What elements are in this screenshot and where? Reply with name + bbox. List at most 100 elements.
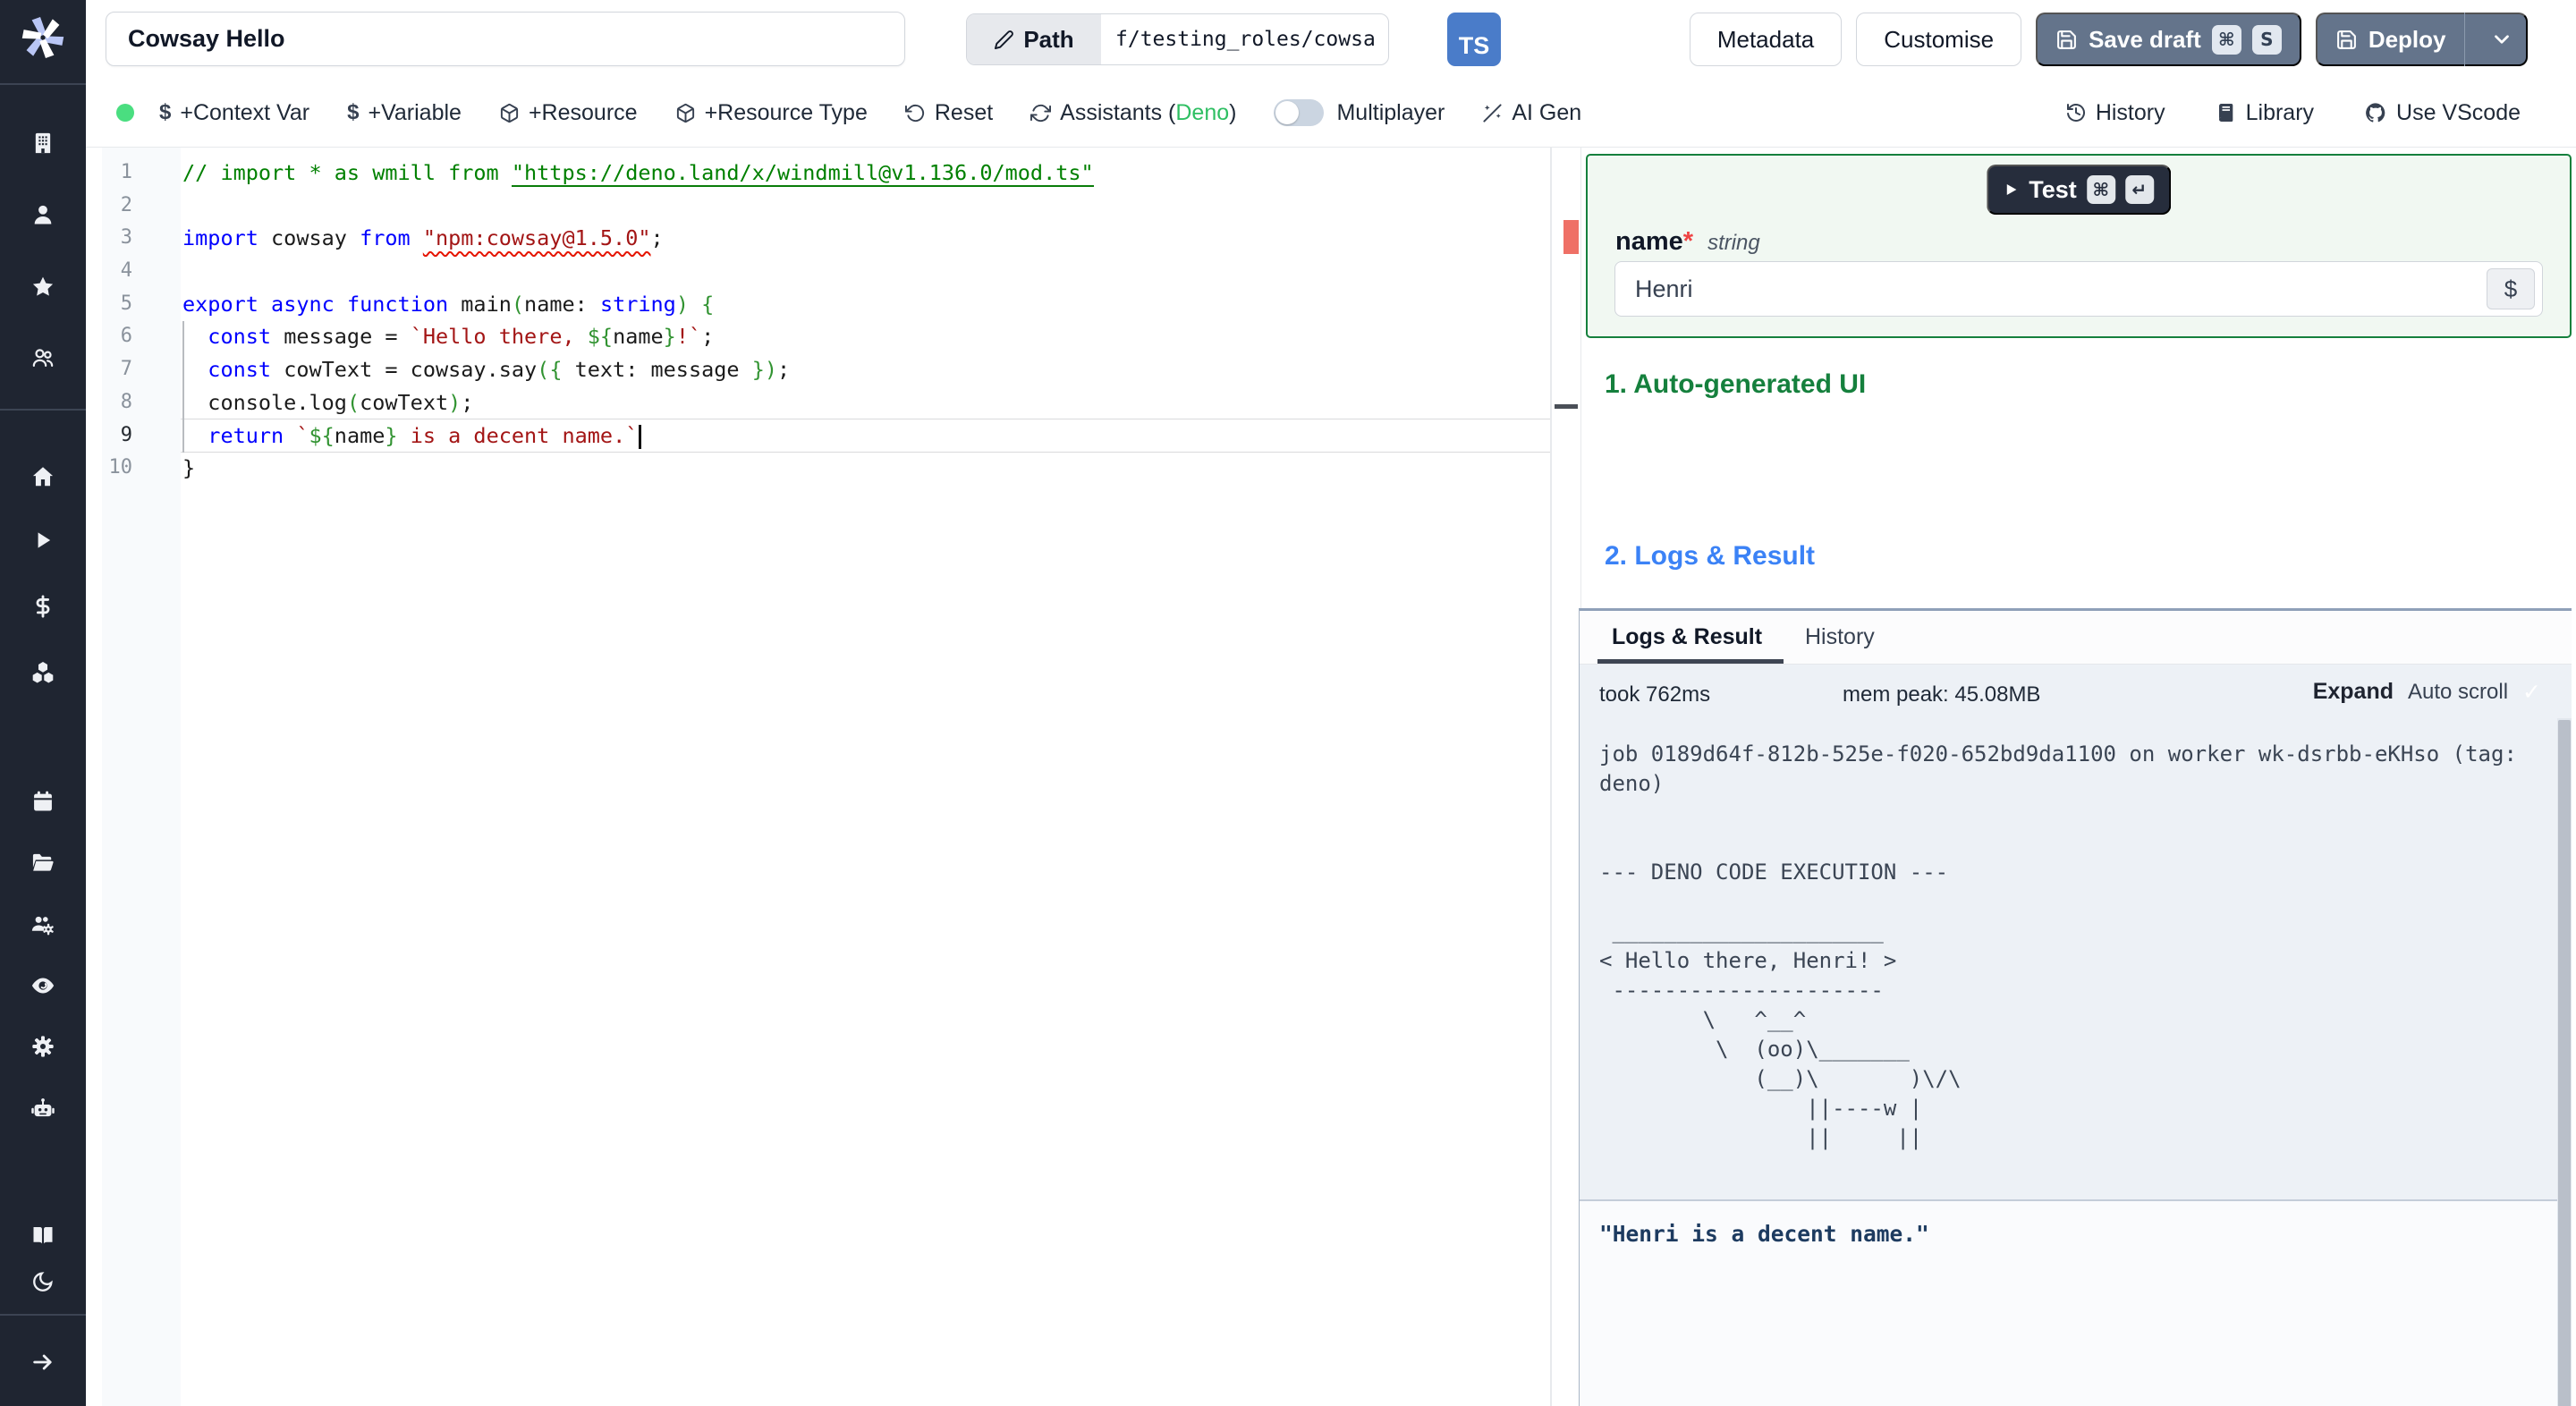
use-vscode-button[interactable]: Use VScode [2364,100,2521,126]
sidebar-item-play[interactable] [0,529,86,552]
gear-icon [30,1034,55,1059]
expand-button[interactable]: Expand [2313,679,2394,705]
logs-panel: Logs & Result History took 762ms mem pea… [1579,608,2572,1406]
save-icon [2335,29,2358,51]
multiplayer-label: Multiplayer [1336,99,1445,125]
toggle-knob [1275,101,1300,124]
code-line-5[interactable]: 5 export async function main(name: string… [86,288,1535,321]
code-line-8[interactable]: 8 console.log(cowText); [86,386,1535,419]
add-variable-button[interactable]: $ +Variable [347,100,462,126]
reset-button[interactable]: Reset [904,100,993,126]
check-icon[interactable]: ✓ [2522,679,2541,705]
path-label: Path [1023,25,1074,53]
status-dot [116,104,134,122]
cursor-marker [1555,404,1578,409]
error-marker [1563,220,1579,254]
windmill-logo[interactable] [0,14,86,61]
dollar-icon [30,594,55,619]
code-line-4[interactable]: 4 [86,255,1535,288]
sidebar-item-star[interactable] [0,275,86,300]
arrow-right-icon [30,1350,55,1375]
sidebar-item-dollar[interactable] [0,594,86,619]
code-line-6[interactable]: 6 const message = `Hello there, ${name}!… [86,320,1535,353]
arg-name-input[interactable]: Henri $ [1614,261,2543,317]
add-variable-label: +Variable [368,99,462,125]
deploy-dropdown-button[interactable] [2478,13,2526,66]
building-icon [30,131,55,156]
users-icon [30,345,55,370]
job-result-value: "Henri is a decent name." [1599,1221,1929,1247]
arg-name-label: name* [1615,227,1694,256]
customise-button[interactable]: Customise [1856,13,2022,66]
logs-tabs: Logs & Result History [1580,611,2572,665]
assistants-button[interactable]: Assistants (Deno) [1030,100,1236,126]
star-icon [30,275,55,300]
active-tab-underline [1597,659,1784,664]
sidebar-item-cubes[interactable] [0,659,86,684]
line-content: import cowsay from "npm:cowsay@1.5.0"; [182,225,664,251]
sidebar-item-moon[interactable] [0,1269,86,1294]
sidebar-item-users[interactable] [0,345,86,370]
library-button[interactable]: Library [2216,100,2314,126]
sidebar-item-eye[interactable] [0,972,86,999]
test-button[interactable]: Test ⌘ ↵ [1987,165,2171,215]
edit-path-button[interactable]: Path [967,14,1101,64]
scrollbar-thumb[interactable] [2558,720,2571,1406]
add-resource-label: +Resource [528,99,638,125]
add-resource-button[interactable]: +Resource [499,100,638,126]
sidebar-item-home[interactable] [0,464,86,489]
play-icon [2004,181,2019,199]
refresh-icon [1030,103,1052,123]
dollar-icon: $ [159,100,172,124]
line-number: 2 [120,193,132,216]
code-line-3[interactable]: 3 import cowsay from "npm:cowsay@1.5.0"; [86,222,1535,255]
sidebar-item-gear[interactable] [0,1034,86,1059]
job-mem-peak: mem peak: 45.08MB [1843,682,2041,707]
ai-gen-button[interactable]: AI Gen [1482,100,1581,126]
line-content [132,190,182,223]
multiplayer-toggle[interactable] [1274,99,1325,126]
insert-var-button[interactable]: $ [2487,268,2535,309]
sidebar-divider [0,83,86,85]
history-button[interactable]: History [2065,100,2165,126]
sidebar-item-folder-open[interactable] [0,850,86,875]
code-line-2[interactable]: 2 [86,190,1535,223]
arg-name-value: Henri [1635,275,1693,302]
deploy-button[interactable]: Deploy [2315,13,2528,66]
windmill-logo [20,14,66,61]
tab-logs-result[interactable]: Logs & Result [1612,611,1762,663]
save-draft-label: Save draft [2089,25,2201,53]
code-line-10[interactable]: 10} [86,452,1535,485]
code-line-1[interactable]: 1 // import * as wmill from "https://deno… [86,157,1535,190]
sidebar-item-calendar[interactable] [0,789,86,814]
sidebar-item-building[interactable] [0,131,86,156]
eye-icon [30,972,56,999]
logs-scrollbar[interactable] [2557,718,2572,1406]
add-context-var-button[interactable]: $ +Context Var [159,100,309,126]
sidebar-item-book-open[interactable] [0,1223,86,1248]
code-line-9[interactable]: 9 return `${name} is a decent name.` [86,419,1535,453]
sidebar-item-team-gear[interactable] [0,912,86,937]
sidebar-item-user[interactable] [0,202,86,227]
line-content: const message = `Hello there, ${name}!`; [208,324,715,350]
pencil-icon [994,30,1014,50]
metadata-button[interactable]: Metadata [1689,13,1843,66]
history-icon [2065,102,2087,123]
test-label: Test [2029,175,2077,203]
path-value[interactable]: f/testing_roles/cowsa [1101,14,1388,64]
tab-history[interactable]: History [1805,611,1875,663]
add-resource-type-button[interactable]: +Resource Type [675,100,868,126]
script-title-input[interactable]: Cowsay Hello [106,12,905,66]
job-log-output: job 0189d64f-812b-525e-f020-652bd9da1100… [1599,741,2517,1150]
save-draft-button[interactable]: Save draft ⌘ S [2036,13,2301,66]
line-number: 6 [120,325,132,348]
sidebar-item-robot[interactable] [0,1096,86,1122]
sidebar-item-arrow-right[interactable] [0,1350,86,1375]
book-open-icon [30,1223,55,1248]
line-number: 4 [120,259,132,283]
line-content: console.log(cowText); [182,389,474,415]
code-editor[interactable]: 1 // import * as wmill from "https://deno… [86,148,1552,1406]
preview-panel: Test ⌘ ↵ name* string Henri $ 1. Auto-ge… [1579,148,2576,1406]
sidebar-divider [0,1314,86,1316]
code-line-7[interactable]: 7 const cowText = cowsay.say({ text: mes… [86,353,1535,386]
